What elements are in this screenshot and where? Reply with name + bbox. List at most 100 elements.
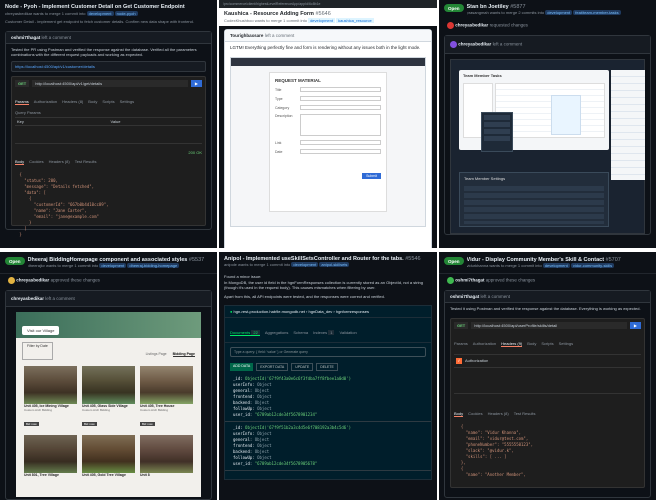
- bid-button[interactable]: Bid now: [82, 422, 97, 426]
- tab-auth[interactable]: Authorization: [34, 99, 57, 104]
- export-data-button[interactable]: EXPORT DATA: [256, 363, 289, 371]
- type-select[interactable]: [300, 96, 381, 101]
- database-name[interactable]: hgnData_dev: [309, 309, 333, 314]
- branch-from[interactable]: vidur-community-skills: [570, 263, 615, 268]
- avatar[interactable]: [447, 22, 454, 29]
- tab-validation[interactable]: Validation: [339, 330, 356, 335]
- branch-base[interactable]: development: [291, 262, 319, 267]
- send-button[interactable]: ▶: [629, 321, 641, 329]
- tab-scripts[interactable]: Scripts: [102, 99, 114, 104]
- tab-params[interactable]: Params: [454, 341, 468, 346]
- commenter-name[interactable]: chreyasbedikar: [458, 42, 491, 47]
- pr-number: #5546: [405, 256, 421, 262]
- description-textarea[interactable]: [300, 114, 381, 136]
- resp-tab-tests[interactable]: Test Results: [75, 159, 97, 164]
- json-response: { "name": "Vidur Khanna", "email": "vidu…: [456, 423, 534, 477]
- mongodb-compass: ● hgn-rest-production.hab9e.mongodb.net …: [224, 305, 432, 480]
- address-bar[interactable]: /prc/commerce/client/highestLevelReferen…: [219, 0, 437, 8]
- request-url-input[interactable]: http://localhost:4500/api/v1/get/details: [32, 80, 188, 87]
- screenshot-dashboard: Team Member Tasks Team Member Settings: [450, 59, 645, 234]
- branch-from[interactable]: feat/team-member-tasks: [573, 10, 621, 15]
- tab-body[interactable]: Body: [527, 341, 536, 346]
- avatar[interactable]: [450, 41, 457, 48]
- commenter-name[interactable]: oshmi7thagat: [450, 294, 479, 299]
- method-select[interactable]: GET: [15, 80, 30, 87]
- title-input[interactable]: [300, 87, 381, 92]
- submit-button[interactable]: Submit: [362, 173, 381, 179]
- branch-from[interactable]: anipol-skillsets: [319, 262, 350, 267]
- dropdown-menu[interactable]: [481, 112, 513, 152]
- branch-from[interactable]: kaushica_resource: [336, 18, 374, 23]
- connection-name[interactable]: hgn-rest-production.hab9e.mongodb.net: [234, 309, 305, 314]
- tab-headers[interactable]: Headers (8): [62, 99, 83, 104]
- commenter-name[interactable]: Tourighbaxsare: [230, 33, 263, 38]
- branch-from[interactable]: dheeraj-bidding-homepage: [127, 263, 180, 268]
- tab-indexes[interactable]: Indexes 1: [313, 330, 335, 335]
- delete-button[interactable]: DELETE: [316, 363, 338, 371]
- resp-tab-body[interactable]: Body: [15, 159, 25, 165]
- bid-button[interactable]: Bid now: [140, 422, 155, 426]
- bid-button[interactable]: Bid now: [24, 422, 39, 426]
- commenter-name[interactable]: oshmi7thagat: [11, 35, 40, 40]
- link-input[interactable]: [300, 140, 381, 145]
- comment-action: left a comment: [264, 33, 295, 38]
- resp-tab-headers[interactable]: Headers (8): [488, 411, 509, 416]
- update-button[interactable]: UPDATE: [291, 363, 314, 371]
- tab-bidding[interactable]: Bidding Page: [172, 352, 195, 357]
- review-user[interactable]: oshmi7thagat: [455, 278, 484, 283]
- checkbox-icon[interactable]: ✓: [456, 357, 462, 364]
- review-user[interactable]: chreyasbedikar: [16, 278, 49, 283]
- tab-scripts[interactable]: Scripts: [541, 341, 553, 346]
- listing-card[interactable]: Unit 8: [140, 435, 193, 477]
- listing-card[interactable]: Unit 405, Gold Tree Village: [82, 435, 135, 477]
- resp-tab-body[interactable]: Body: [454, 411, 464, 417]
- listing-card[interactable]: Unit 801, Tree Village: [24, 435, 77, 477]
- request-url-input[interactable]: http://localhost:4500/api/userProfile/sk…: [471, 321, 627, 329]
- document-card[interactable]: _id: ObjectId('67f9f43a0e6c6f3fdba7ff8fb…: [225, 373, 431, 422]
- listing-card[interactable]: Unit 405, Ice Mining Village Custom Arch …: [24, 366, 77, 430]
- avatar[interactable]: [8, 277, 15, 284]
- comment-box: chreyasbedikar left a comment Team Membe…: [444, 35, 651, 235]
- header-key[interactable]: Authorization: [465, 358, 488, 363]
- listing-card[interactable]: Unit 405, Tree House Custom Arch Bidding B…: [140, 366, 193, 430]
- branch-base[interactable]: development: [545, 10, 573, 15]
- visit-village-button[interactable]: Visit our Village: [22, 326, 60, 335]
- tab-headers[interactable]: Headers (9): [501, 341, 523, 347]
- branch-base[interactable]: development: [542, 263, 570, 268]
- tab-listings[interactable]: Listings Page: [146, 352, 167, 356]
- category-select[interactable]: [300, 105, 381, 110]
- comment-issue-detail: In MongoDB, the user id field in the hgn…: [224, 279, 423, 291]
- filter-dropdown[interactable]: Filter by Date: [22, 342, 53, 360]
- tab-auth[interactable]: Authorization: [473, 341, 496, 346]
- tab-schema[interactable]: Schema: [293, 330, 308, 335]
- query-input[interactable]: Type a query: { field: 'value' } or Gene…: [230, 347, 426, 357]
- resp-tab-tests[interactable]: Test Results: [514, 411, 536, 416]
- listing-card[interactable]: Unit 405, Glass Side Village Custom Arch …: [82, 366, 135, 430]
- tab-settings[interactable]: Settings: [559, 341, 573, 346]
- avatar[interactable]: [447, 277, 454, 284]
- link-preview[interactable]: https://localhost:4500/api/v1/customer/d…: [11, 61, 206, 72]
- screenshot-bidding: Visit our Village Filter by Date Listing…: [16, 312, 201, 497]
- comment-box: oshmi7thagat left a comment Tested it us…: [444, 290, 651, 498]
- collection-name[interactable]: hgnformresponses: [336, 309, 369, 314]
- resp-tab-cookies[interactable]: Cookies: [468, 411, 482, 416]
- tab-documents[interactable]: Documents 22: [230, 330, 260, 336]
- tab-aggregations[interactable]: Aggregations: [265, 330, 289, 335]
- commenter-name[interactable]: chreyasbedikar: [11, 296, 44, 301]
- document-card[interactable]: _id: ObjectId('67f9f51b2a3c4d5e6f708192a…: [225, 422, 431, 471]
- branch-base[interactable]: development: [86, 11, 114, 16]
- method-select[interactable]: GET: [454, 321, 469, 329]
- tab-params[interactable]: Params: [15, 99, 29, 105]
- resp-tab-headers[interactable]: Headers (8): [49, 159, 70, 164]
- pr-subtitle: CodexKhushboo wants to merge 1 commit in…: [224, 18, 307, 23]
- tab-settings[interactable]: Settings: [120, 99, 134, 104]
- branch-base[interactable]: development: [308, 18, 335, 23]
- add-data-button[interactable]: ADD DATA: [230, 363, 254, 371]
- resp-tab-cookies[interactable]: Cookies: [29, 159, 43, 164]
- date-input[interactable]: [300, 149, 381, 154]
- branch-base[interactable]: development: [99, 263, 127, 268]
- tab-body[interactable]: Body: [88, 99, 97, 104]
- send-button[interactable]: ▶: [190, 80, 202, 87]
- branch-from[interactable]: node-pyoh: [114, 11, 138, 16]
- review-user[interactable]: chreyasbedikar: [455, 23, 488, 28]
